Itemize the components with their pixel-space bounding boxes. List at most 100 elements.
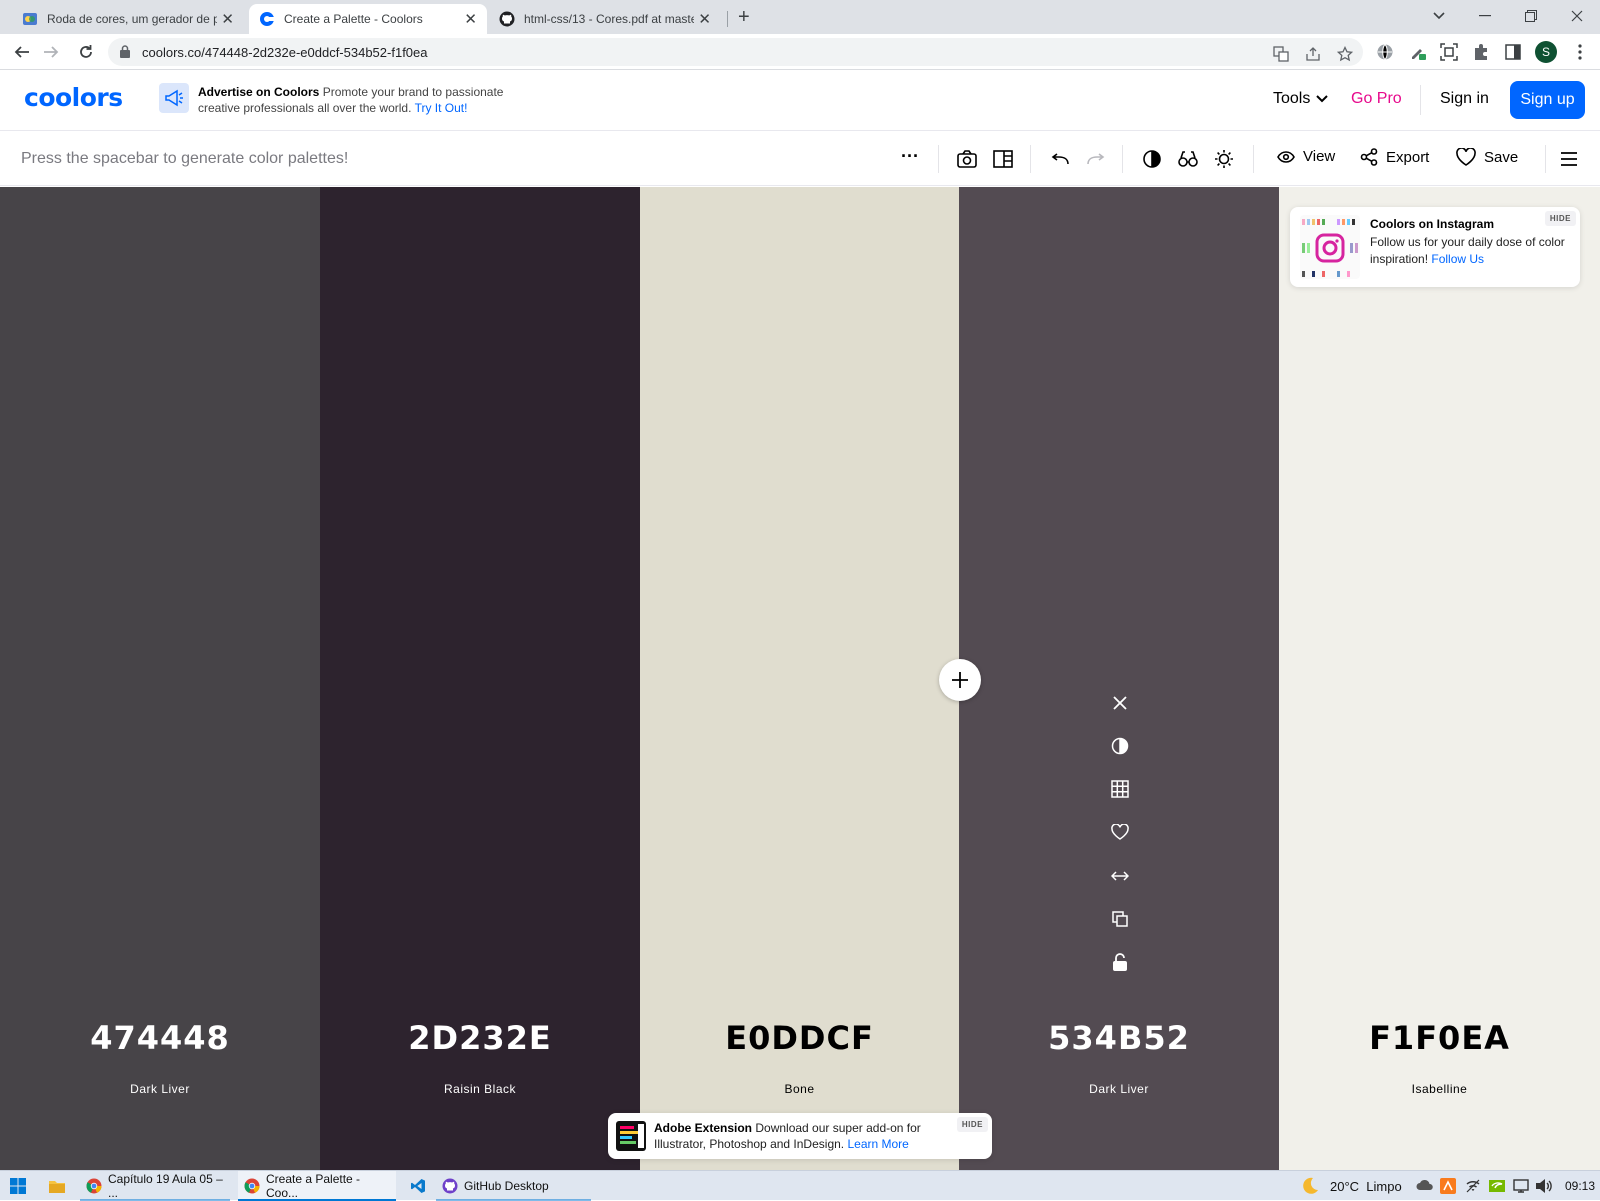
megaphone-icon [159,83,189,113]
taskbar-app-chrome-capitulo[interactable]: Capítulo 19 Aula 05 – ... [80,1171,230,1201]
nvidia-icon[interactable] [1489,1178,1505,1194]
url-text[interactable]: coolors.co/474448-2d232e-e0ddcf-534b52-f… [142,45,428,60]
color-name[interactable]: Raisin Black [320,1082,640,1096]
color-name[interactable]: Bone [640,1082,959,1096]
color-column[interactable]: 2D232E Raisin Black [320,187,640,1170]
minimize-icon[interactable] [1462,0,1508,32]
more-options-icon[interactable]: ··· [898,144,922,168]
grid-icon[interactable] [1109,778,1131,800]
browser-menu-icon[interactable] [1570,42,1590,62]
color-hex[interactable]: 534B52 [959,1019,1279,1057]
color-column[interactable]: 534B52 Dark Liver [959,187,1279,1170]
weather-text[interactable]: 20°C Limpo [1330,1179,1402,1194]
lock-icon[interactable] [120,45,130,58]
taskbar-app-vscode[interactable] [404,1171,432,1201]
view-button[interactable]: View [1277,148,1335,165]
unlock-icon[interactable] [1109,951,1131,973]
screen-capture-icon[interactable] [1439,42,1459,62]
tab-search-icon[interactable] [1416,0,1462,32]
save-button[interactable]: Save [1456,148,1518,166]
back-icon[interactable] [11,41,33,63]
extension-pen-icon[interactable] [1408,42,1428,62]
forward-icon[interactable] [40,41,62,63]
close-tab-icon[interactable]: ✕ [464,10,477,28]
close-tab-icon[interactable]: ✕ [698,10,711,28]
follow-us-link[interactable]: Follow Us [1431,252,1484,266]
try-it-out-link[interactable]: Try It Out! [415,101,468,115]
toolbar-divider [938,145,939,173]
side-panel-icon[interactable] [1503,42,1523,62]
redo-icon[interactable] [1084,147,1108,171]
browser-tab-coolors[interactable]: Create a Palette - Coolors ✕ [249,4,487,34]
bookmark-star-icon[interactable] [1336,45,1354,63]
view-shades-icon[interactable] [1109,735,1131,757]
color-name[interactable]: Dark Liver [959,1082,1279,1096]
instagram-card: Coolors on Instagram Follow us for your … [1290,207,1580,287]
camera-icon[interactable] [955,147,979,171]
vscode-icon [410,1178,426,1194]
close-window-icon[interactable] [1554,0,1600,32]
close-tab-icon[interactable]: ✕ [221,10,234,28]
taskbar-app-label: GitHub Desktop [464,1179,549,1193]
hamburger-menu-icon[interactable] [1557,147,1581,171]
share-icon[interactable] [1304,45,1322,63]
address-bar[interactable]: coolors.co/474448-2d232e-e0ddcf-534b52-f… [108,38,1363,66]
profile-avatar[interactable]: S [1535,41,1557,63]
clock-time[interactable]: 09:13 [1565,1179,1595,1193]
file-explorer-icon[interactable] [48,1178,66,1194]
add-color-button[interactable] [939,659,981,701]
learn-more-link[interactable]: Learn More [847,1137,908,1151]
copy-icon[interactable] [1109,908,1131,930]
tab-title: Roda de cores, um gerador de pa [47,12,217,26]
tray-app-icon[interactable] [1440,1178,1456,1194]
translate-icon[interactable] [1272,45,1290,63]
color-name[interactable]: Isabelline [1279,1082,1600,1096]
glasses-icon[interactable] [1176,147,1200,171]
color-column[interactable]: E0DDCF Bone [640,187,959,1170]
adobe-extension-card: Adobe Extension Download our super add-o… [608,1113,992,1159]
export-button[interactable]: Export [1360,148,1429,166]
restore-icon[interactable] [1508,0,1554,32]
color-name[interactable]: Dark Liver [0,1082,320,1096]
undo-icon[interactable] [1048,147,1072,171]
color-hex[interactable]: E0DDCF [640,1019,959,1057]
hide-instagram-card-button[interactable]: HIDE [1544,211,1576,226]
brightness-icon[interactable] [1212,147,1236,171]
adobe-card-body: Adobe Extension Download our super add-o… [654,1120,954,1152]
extension-globe-icon[interactable] [1375,42,1395,62]
display-icon[interactable] [1513,1178,1529,1194]
color-hex[interactable]: 474448 [0,1019,320,1057]
color-column[interactable]: 474448 Dark Liver [0,187,320,1170]
windows-start-icon[interactable] [10,1178,26,1194]
browser-toolbar: coolors.co/474448-2d232e-e0ddcf-534b52-f… [0,34,1600,70]
taskbar-app-github-desktop[interactable]: GitHub Desktop [436,1171,591,1201]
taskbar-app-label: Create a Palette - Coo... [266,1172,361,1200]
contrast-icon[interactable] [1140,147,1164,171]
sign-in-link[interactable]: Sign in [1440,90,1489,108]
color-hex[interactable]: F1F0EA [1279,1019,1600,1057]
extensions-puzzle-icon[interactable] [1471,42,1491,62]
tools-menu[interactable]: Tools [1273,90,1329,108]
instagram-card-body: Follow us for your daily dose of color i… [1370,234,1565,268]
save-label: Save [1484,148,1519,166]
taskbar-app-chrome-coolors[interactable]: Create a Palette - Coo... [238,1171,396,1201]
browser-tab-github[interactable]: html-css/13 - Cores.pdf at maste ✕ [489,4,721,34]
sign-up-button[interactable]: Sign up [1510,81,1585,119]
color-column[interactable]: F1F0EA Isabelline [1279,187,1600,1170]
favorite-heart-icon[interactable] [1109,821,1131,843]
collage-icon[interactable] [991,147,1015,171]
color-hex[interactable]: 2D232E [320,1019,640,1057]
new-tab-button[interactable]: + [738,6,750,29]
remove-color-icon[interactable] [1109,692,1131,714]
onedrive-icon[interactable] [1416,1179,1434,1191]
hide-adobe-card-button[interactable]: HIDE [956,1117,988,1132]
coolors-logo[interactable]: coolors [24,83,123,112]
github-favicon-icon [499,11,515,27]
go-pro-link[interactable]: Go Pro [1351,90,1402,108]
reload-icon[interactable] [75,41,97,63]
browser-tab-color-wheel[interactable]: Roda de cores, um gerador de pa ✕ [12,4,244,34]
network-status-icon[interactable] [1465,1178,1481,1194]
drag-arrows-icon[interactable] [1109,865,1131,887]
volume-icon[interactable] [1535,1178,1553,1194]
adobe-card-title: Adobe Extension [654,1121,753,1135]
